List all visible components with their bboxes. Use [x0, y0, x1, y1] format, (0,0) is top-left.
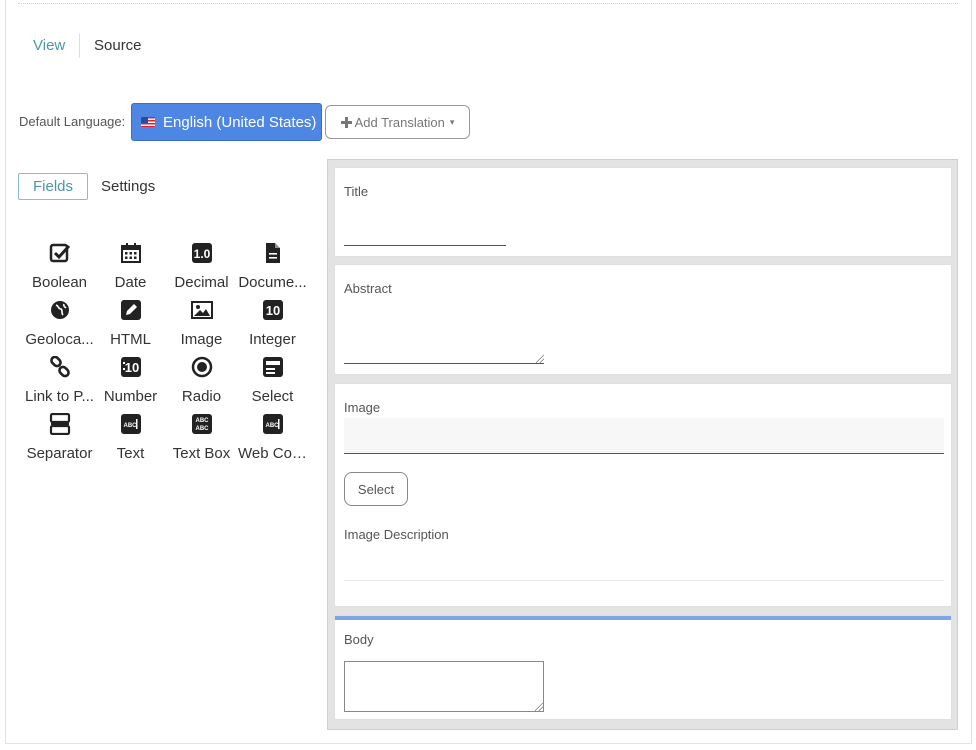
select-icon — [262, 357, 283, 377]
text-box-icon: ABC ABC — [191, 414, 212, 434]
palette-label: Separator — [26, 445, 93, 462]
palette-label: Link to P... — [25, 388, 94, 405]
image-description-input[interactable] — [344, 555, 944, 581]
tab-source[interactable]: Source — [94, 37, 142, 54]
palette-label: Docume... — [238, 274, 307, 291]
title-label: Title — [344, 184, 369, 199]
select-image-button[interactable]: Select — [344, 472, 408, 506]
tab-divider — [79, 34, 80, 58]
image-icon — [190, 301, 213, 319]
body-input[interactable] — [344, 661, 544, 712]
svg-text:ABC: ABC — [123, 423, 137, 429]
text-icon: ABC — [120, 414, 141, 434]
number-icon: 10 — [120, 357, 141, 377]
active-field-indicator — [335, 616, 951, 620]
image-label: Image — [344, 400, 381, 415]
field-card-image[interactable]: Image Select Image Description — [334, 383, 952, 607]
palette-item-date[interactable]: Date — [95, 242, 166, 291]
default-language-value: English (United States) — [163, 113, 317, 131]
checkbox-icon — [49, 243, 70, 263]
palette-item-select[interactable]: Select — [237, 356, 308, 405]
pencil-icon — [120, 300, 141, 320]
resize-handle[interactable] — [536, 355, 544, 363]
caret-down-icon: ▾ — [449, 116, 455, 127]
separator-icon — [49, 413, 70, 435]
plus-icon — [340, 116, 352, 128]
palette-item-text-box[interactable]: ABC ABC Text Box — [166, 413, 237, 462]
palette-item-link-to-page[interactable]: Link to P... — [24, 356, 95, 405]
svg-text:10: 10 — [265, 303, 279, 318]
palette-label: Decimal — [174, 274, 229, 291]
palette-label: Text — [116, 445, 145, 462]
palette-item-text[interactable]: ABC Text — [95, 413, 166, 462]
palette-item-geolocation[interactable]: Geoloca... — [24, 299, 95, 348]
svg-text:10: 10 — [124, 360, 138, 375]
palette-item-number[interactable]: 10 Number — [95, 356, 166, 405]
svg-text:ABC: ABC — [195, 426, 209, 432]
palette-label: Boolean — [31, 274, 88, 291]
svg-text:ABC: ABC — [265, 423, 279, 429]
default-language-label: Default Language: — [19, 114, 126, 129]
add-translation-label: Add Translation — [354, 114, 445, 130]
palette-label: Integer — [249, 331, 296, 348]
tab-fields[interactable]: Fields — [18, 173, 88, 200]
title-input[interactable] — [344, 218, 506, 246]
palette-label: Date — [114, 274, 147, 291]
calendar-icon — [120, 243, 141, 263]
palette-item-integer[interactable]: 10 Integer — [237, 299, 308, 348]
tab-settings[interactable]: Settings — [101, 178, 155, 195]
image-description-label: Image Description — [344, 527, 449, 542]
resize-handle[interactable] — [535, 703, 543, 711]
tab-view[interactable]: View — [33, 37, 65, 54]
globe-icon — [50, 301, 69, 319]
palette-label: Image — [180, 331, 223, 348]
add-translation-button[interactable]: Add Translation ▾ — [325, 105, 470, 139]
divider — [18, 3, 958, 4]
field-card-body[interactable]: Body — [334, 615, 952, 720]
svg-text:1.0: 1.0 — [193, 247, 210, 261]
palette-item-radio[interactable]: Radio — [166, 356, 237, 405]
radio-icon — [191, 356, 212, 378]
field-card-title[interactable]: Title — [334, 167, 952, 257]
palette-item-decimal[interactable]: 1.0 Decimal — [166, 242, 237, 291]
palette-label: Geoloca... — [25, 331, 94, 348]
document-icon — [265, 243, 280, 263]
palette-item-image[interactable]: Image — [166, 299, 237, 348]
palette-label: Web Con... — [238, 445, 308, 462]
palette-label: HTML — [110, 331, 151, 348]
web-content-icon: ABC — [262, 414, 283, 434]
palette-label: Radio — [181, 388, 222, 405]
abstract-input[interactable] — [344, 308, 544, 364]
default-language-button[interactable]: English (United States) — [131, 103, 322, 141]
integer-icon: 10 — [262, 300, 283, 320]
svg-text:ABC: ABC — [195, 418, 209, 424]
decimal-icon: 1.0 — [191, 243, 212, 263]
palette-item-web-content[interactable]: ABC Web Con... — [237, 413, 308, 462]
body-label: Body — [344, 632, 374, 647]
palette-label: Text Box — [172, 445, 231, 462]
image-input[interactable] — [344, 418, 944, 454]
abstract-label: Abstract — [344, 281, 392, 296]
palette-item-document[interactable]: Docume... — [237, 242, 308, 291]
link-icon — [49, 356, 70, 378]
palette-item-boolean[interactable]: Boolean — [24, 242, 95, 291]
palette-item-separator[interactable]: Separator — [24, 413, 95, 462]
us-flag-icon — [141, 117, 155, 127]
palette-label: Number — [103, 388, 158, 405]
palette-item-html[interactable]: HTML — [95, 299, 166, 348]
field-card-abstract[interactable]: Abstract — [334, 264, 952, 375]
palette-label: Select — [251, 388, 294, 405]
